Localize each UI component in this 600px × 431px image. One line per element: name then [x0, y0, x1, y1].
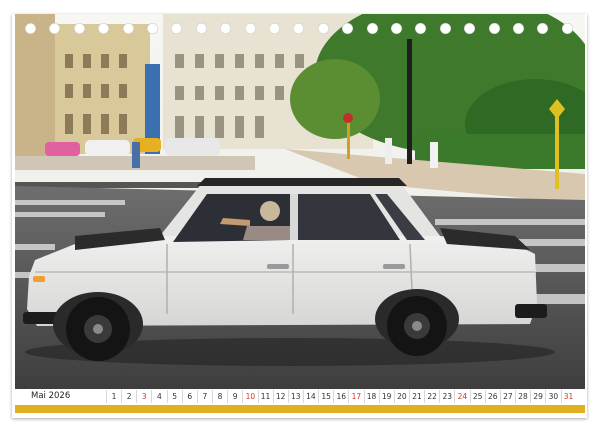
day-cell: 30 — [545, 390, 560, 403]
binding-hole — [317, 23, 329, 34]
day-cell: 25 — [469, 390, 485, 403]
binding-hole — [73, 23, 85, 34]
binding-hole — [439, 23, 451, 34]
binding-hole — [171, 23, 183, 34]
day-cell: 23 — [439, 390, 454, 403]
day-cell: 9 — [227, 390, 242, 403]
binding-hole — [98, 23, 110, 34]
binding-hole — [415, 23, 427, 34]
day-cell: 2 — [121, 390, 136, 403]
day-cell: 17 — [348, 390, 363, 403]
day-cell: 21 — [409, 390, 424, 403]
binding-hole — [122, 23, 134, 34]
day-cell: 4 — [151, 390, 166, 403]
day-cell: 10 — [242, 390, 257, 403]
day-cell: 11 — [257, 390, 273, 403]
binding-hole — [269, 23, 280, 34]
binding-hole — [366, 23, 378, 34]
street-photo — [15, 14, 585, 390]
day-cell: 26 — [484, 390, 500, 403]
day-cell: 18 — [363, 390, 379, 403]
accent-bar — [15, 405, 585, 413]
binding-hole — [147, 23, 158, 34]
day-cell: 27 — [499, 390, 515, 403]
binding-hole — [293, 23, 305, 34]
binding-hole — [220, 23, 232, 34]
binding-hole — [244, 23, 256, 34]
binding-hole — [513, 23, 524, 34]
day-cell: 3 — [136, 390, 151, 403]
day-cell: 8 — [212, 390, 227, 403]
binding-hole — [488, 23, 500, 34]
day-cell: 16 — [333, 390, 348, 403]
day-cell: 19 — [378, 390, 394, 403]
day-cell: 15 — [318, 390, 333, 403]
binding-hole — [464, 23, 476, 34]
day-cell: 29 — [530, 390, 545, 403]
calendar-strip: Mai 2026 1 2 3 4 5 6 7 8 9 10 11 12 13 14 15 16 17 18 19 20… — [15, 389, 585, 405]
day-cell: 12 — [272, 390, 288, 403]
binding-holes — [15, 23, 585, 37]
binding-hole — [342, 23, 354, 34]
havana-street-scene — [15, 14, 585, 390]
driver — [260, 201, 280, 221]
month-label: Mai 2026 — [31, 391, 71, 401]
binding-hole — [561, 23, 573, 34]
binding-hole — [49, 23, 61, 34]
day-cell: 14 — [302, 390, 318, 403]
day-cell: 24 — [454, 390, 469, 403]
day-cell: 28 — [515, 390, 530, 403]
day-cell: 7 — [196, 390, 212, 403]
binding-hole — [537, 23, 549, 34]
day-cell: 13 — [287, 390, 303, 403]
day-cell: 31 — [560, 390, 576, 403]
day-cell: 22 — [424, 390, 439, 403]
binding-hole — [25, 23, 36, 34]
day-cell: 6 — [181, 390, 197, 403]
binding-hole — [195, 23, 207, 34]
day-cell: 20 — [393, 390, 409, 403]
binding-hole — [391, 23, 402, 34]
day-cell: 1 — [106, 390, 121, 403]
day-cell: 5 — [166, 390, 182, 403]
